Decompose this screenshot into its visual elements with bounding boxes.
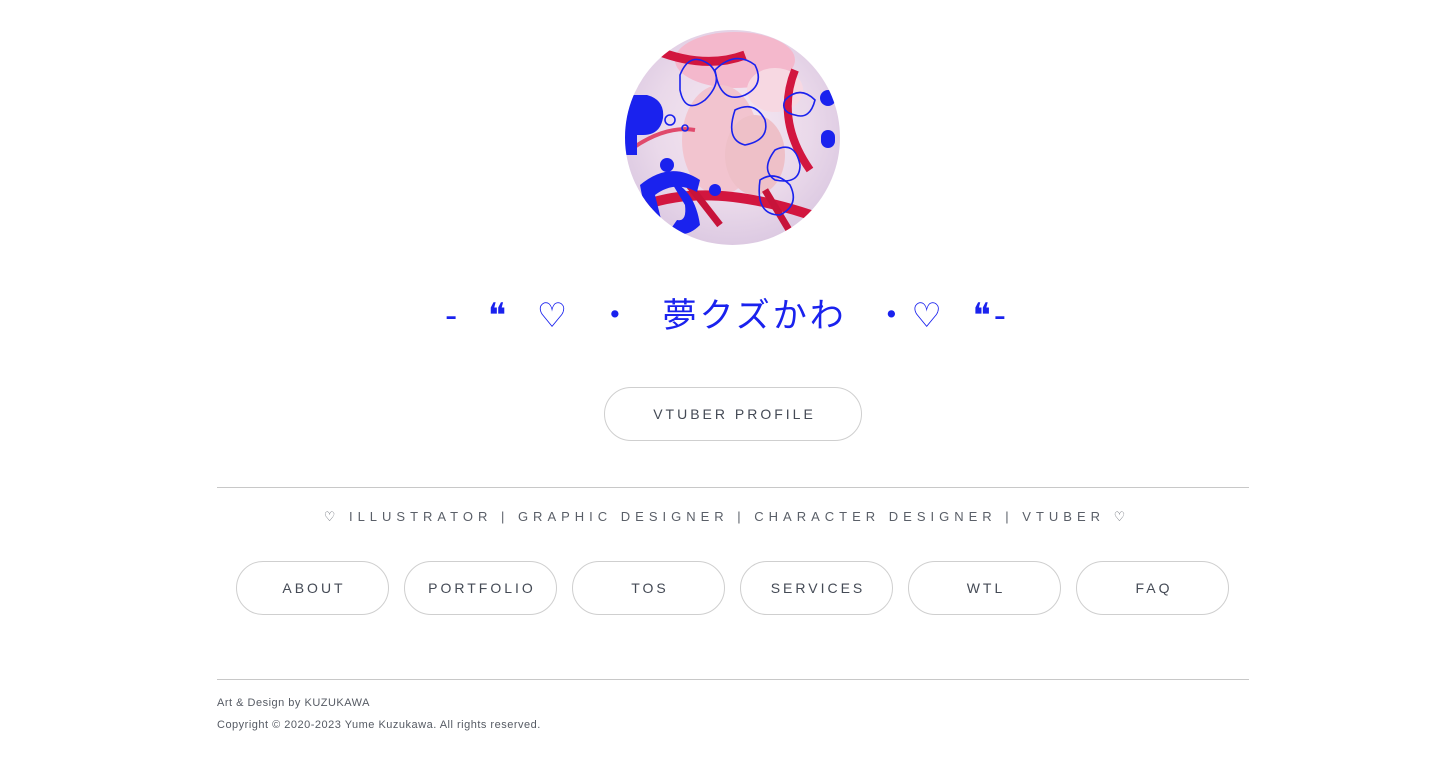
nav-faq-button[interactable]: FAQ bbox=[1076, 561, 1229, 615]
footer-credit: Art & Design by KUZUKAWA bbox=[217, 697, 370, 709]
nav-about-button[interactable]: ABOUT bbox=[236, 561, 389, 615]
footer-copyright: Copyright © 2020-2023 Yume Kuzukawa. All… bbox=[217, 719, 541, 731]
nav-services-button[interactable]: SERVICES bbox=[740, 561, 893, 615]
divider-top bbox=[217, 487, 1249, 488]
tagline: ♡ ILLUSTRATOR | GRAPHIC DESIGNER | CHARA… bbox=[323, 509, 1131, 524]
nav-wtl-button[interactable]: WTL bbox=[908, 561, 1061, 615]
divider-bottom bbox=[217, 679, 1249, 680]
vtuber-profile-button[interactable]: VTUBER PROFILE bbox=[604, 387, 862, 441]
page: - ❝ ♡ ・ 夢クズかわ ・♡ ❝- VTUBER PROFILE ♡ ILL… bbox=[0, 0, 1454, 768]
site-title: - ❝ ♡ ・ 夢クズかわ ・♡ ❝- bbox=[444, 296, 1010, 336]
avatar-artwork bbox=[625, 30, 840, 245]
nav-tos-button[interactable]: TOS bbox=[572, 561, 725, 615]
nav-portfolio-button[interactable]: PORTFOLIO bbox=[404, 561, 557, 615]
avatar bbox=[625, 30, 840, 245]
